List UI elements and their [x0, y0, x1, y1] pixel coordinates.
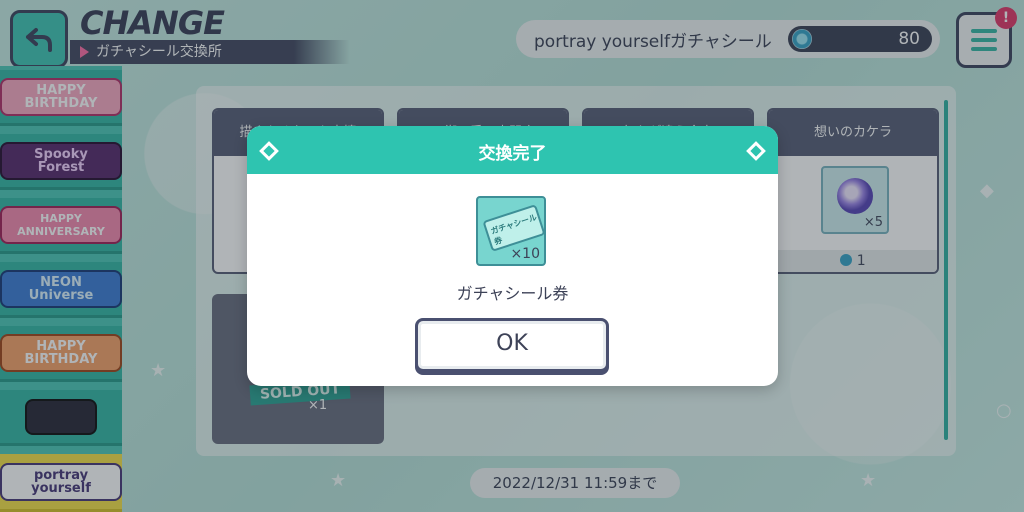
item-name: ガチャシール券	[456, 284, 569, 303]
dialog-header: 交換完了	[247, 126, 778, 174]
ticket-icon: ガチャシール券	[482, 204, 546, 252]
ok-button[interactable]: OK	[415, 318, 609, 372]
diamond-icon	[259, 141, 279, 161]
gacha-sticker-ticket-icon: ガチャシール券 ×10	[476, 196, 546, 266]
ticket-label: ガチャシール券	[489, 212, 539, 247]
dialog-title: 交換完了	[478, 144, 547, 164]
exchange-complete-dialog: 交換完了 ガチャシール券 ×10 ガチャシール券 OK	[247, 126, 778, 386]
item-quantity: ×10	[510, 246, 540, 262]
diamond-icon	[746, 141, 766, 161]
